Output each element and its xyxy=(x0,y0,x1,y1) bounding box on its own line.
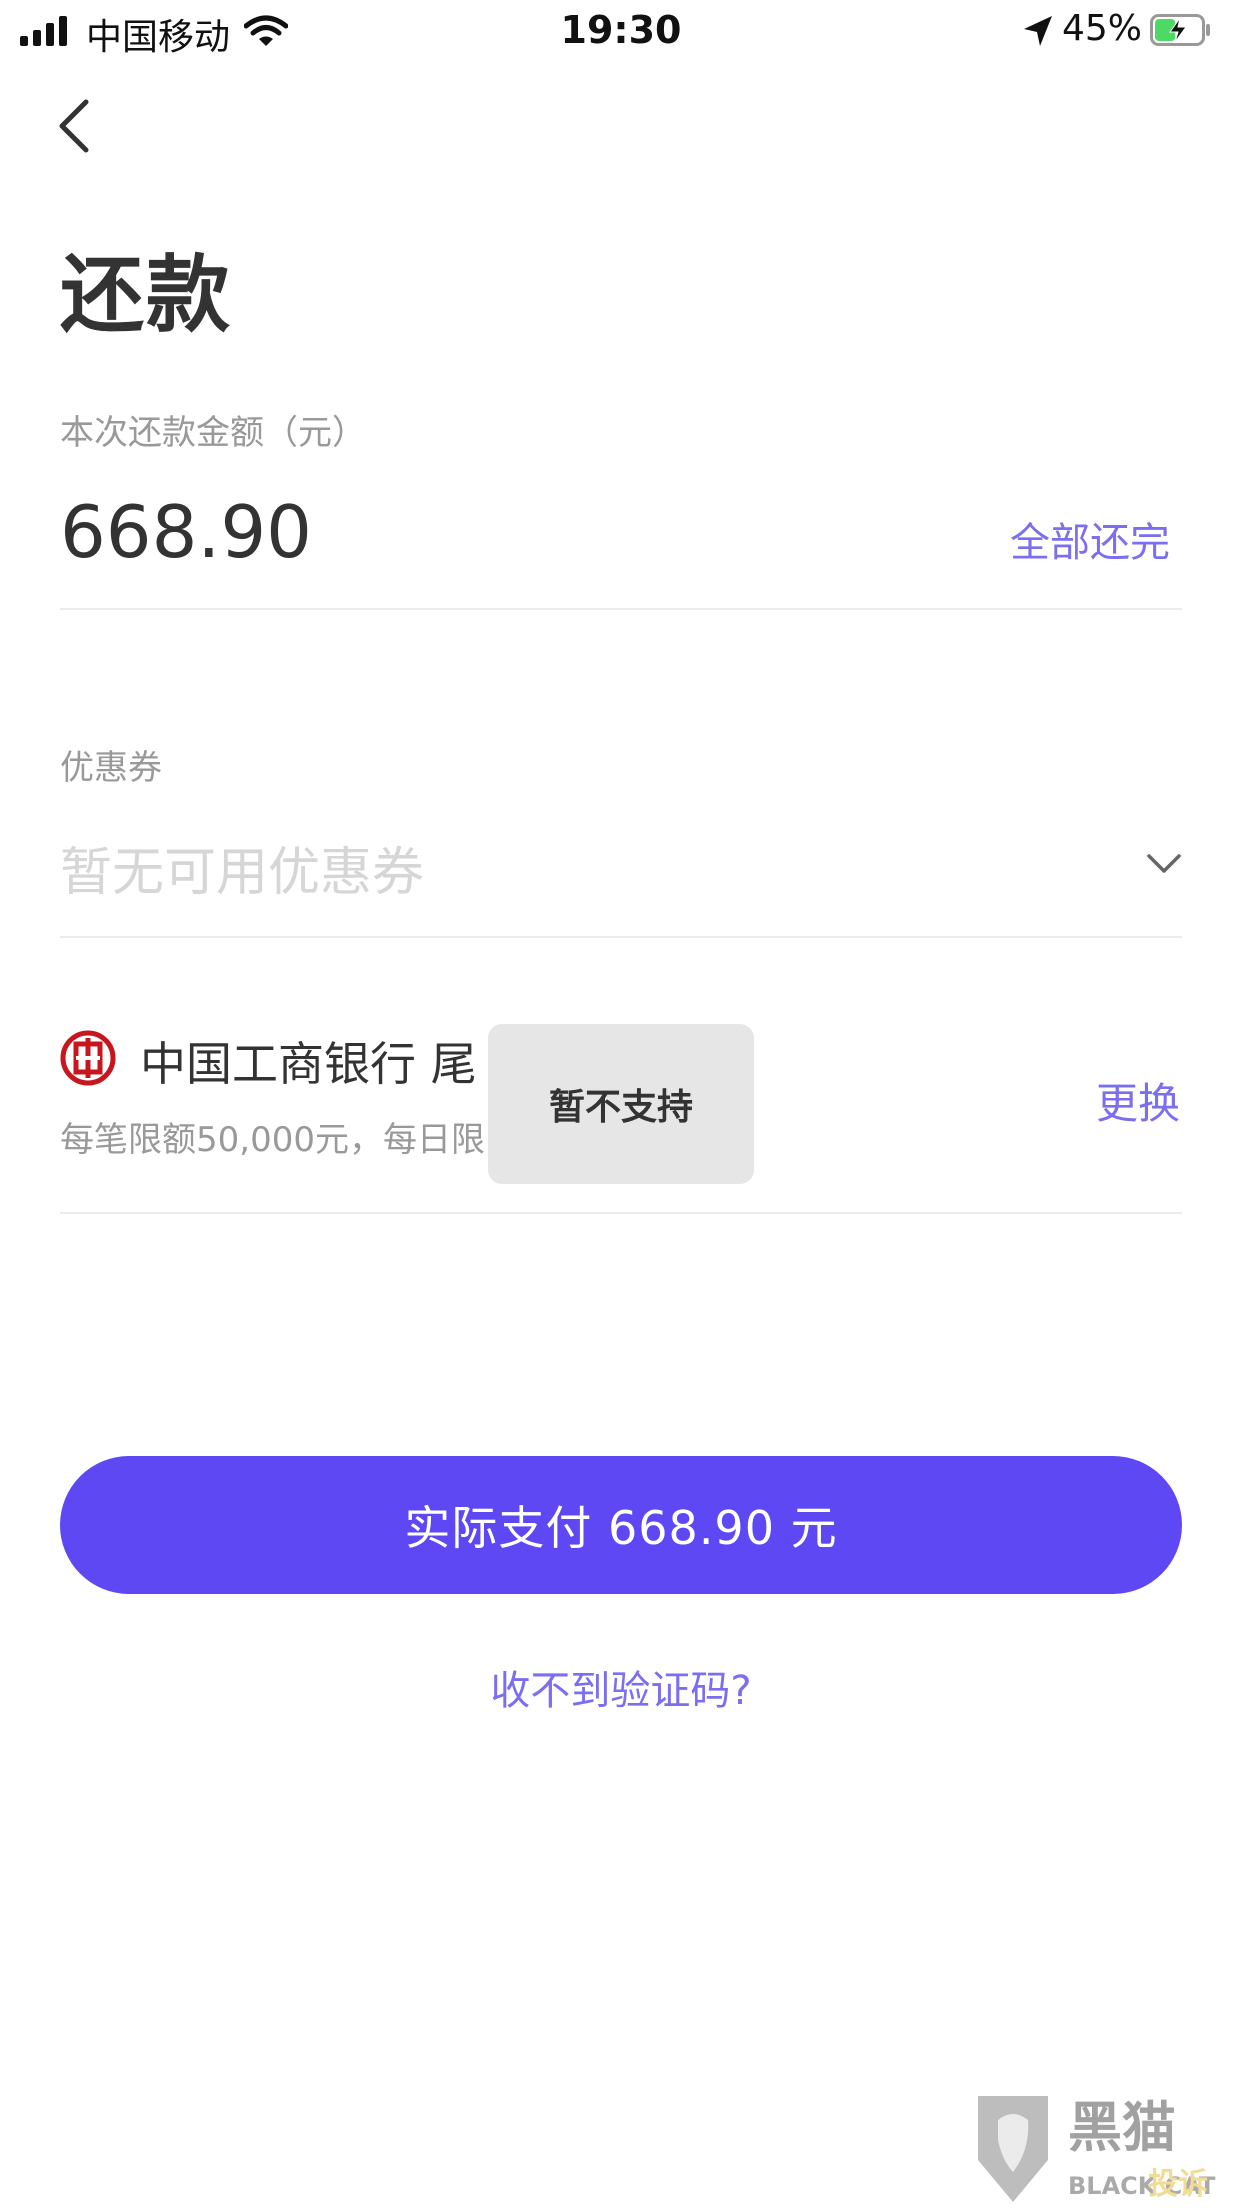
no-sms-code-link[interactable]: 收不到验证码? xyxy=(0,1658,1242,1716)
chevron-down-icon[interactable] xyxy=(1146,852,1182,876)
divider xyxy=(60,936,1182,938)
amount-input[interactable]: 668.90 xyxy=(60,490,312,574)
svg-text:投诉: 投诉 xyxy=(1148,2167,1208,2202)
toast: 暂不支持 xyxy=(488,1024,754,1184)
bank-name: 中国工商银行 尾 xyxy=(140,1037,477,1091)
black-cat-watermark-logo: 黑猫 BLACK CAT 投诉 xyxy=(978,2096,1216,2202)
pay-button[interactable]: 实际支付 668.90 元 xyxy=(60,1456,1182,1594)
icbc-logo-icon xyxy=(60,1030,116,1086)
status-bar: 中国移动 19:30 45% xyxy=(0,0,1242,62)
clock: 19:30 xyxy=(560,8,682,52)
coupon-select[interactable]: 暂无可用优惠券 xyxy=(60,830,424,905)
coupon-label: 优惠券 xyxy=(60,748,162,788)
divider xyxy=(60,1212,1182,1214)
battery-percent: 45% xyxy=(1062,8,1143,49)
location-arrow-icon xyxy=(1024,16,1052,46)
battery-charging-icon xyxy=(1150,14,1210,46)
divider xyxy=(60,608,1182,610)
pay-button-label: 实际支付 668.90 元 xyxy=(404,1501,838,1555)
svg-text:黑猫: 黑猫 xyxy=(1068,2096,1176,2159)
amount-label: 本次还款金额（元） xyxy=(60,413,366,453)
change-bank-link[interactable]: 更换 xyxy=(1096,1070,1180,1131)
bank-limit-text: 每笔限额50,000元，每日限 xyxy=(60,1120,485,1160)
toast-text: 暂不支持 xyxy=(548,1087,693,1128)
page-title: 还款 xyxy=(60,246,233,344)
pay-all-link[interactable]: 全部还完 xyxy=(1010,510,1170,568)
chevron-left-icon[interactable] xyxy=(54,96,94,156)
